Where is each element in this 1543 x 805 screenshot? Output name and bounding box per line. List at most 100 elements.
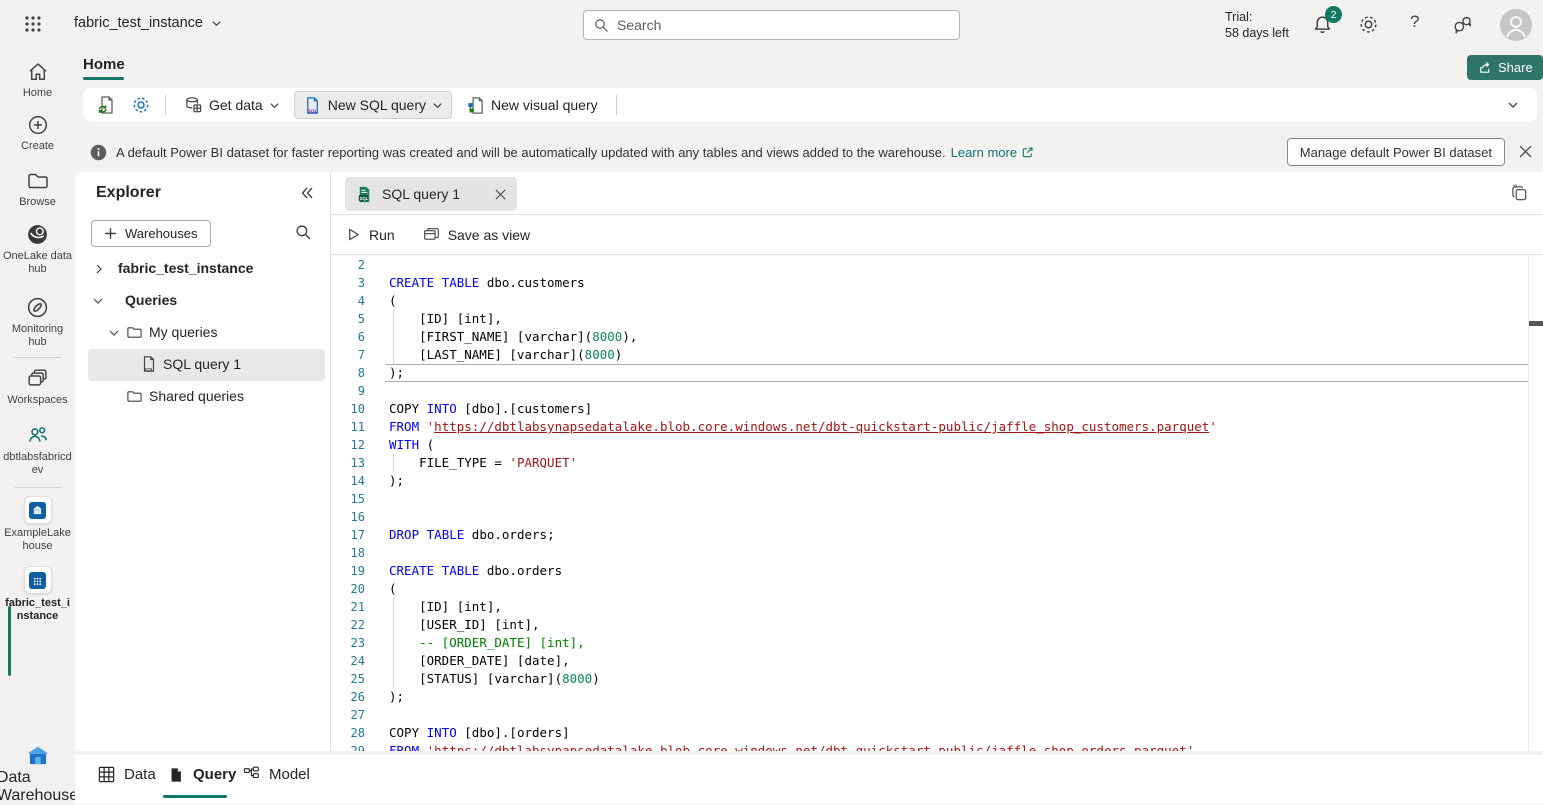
svg-text:SQL: SQL — [360, 195, 369, 200]
line-number: 11 — [331, 418, 365, 436]
chevron-right-icon — [93, 263, 105, 275]
code-line-14[interactable]: 14); — [331, 472, 1543, 490]
code-line-25[interactable]: 25 [STATUS] [varchar](8000) — [331, 670, 1543, 688]
chevron-down-icon — [269, 100, 280, 111]
code-line-2[interactable]: 2 — [331, 256, 1543, 274]
code-line-22[interactable]: 22 [USER_ID] [int], — [331, 616, 1543, 634]
nav-item-fabric-test-instance[interactable]: fabric_test_instance — [0, 566, 75, 623]
tree-item-sql-query-1[interactable]: SQL SQL query 1 — [75, 349, 331, 381]
line-content: ( — [389, 292, 397, 310]
query-editor: SQL SQL query 1 Run Save as view 23CREAT… — [331, 172, 1543, 751]
share-button[interactable]: Share — [1467, 55, 1543, 80]
info-icon — [90, 144, 107, 161]
workspace-switcher[interactable]: fabric_test_instance — [74, 15, 222, 31]
code-line-28[interactable]: 28COPY INTO [dbo].[orders] — [331, 724, 1543, 742]
ribbon-collapse-chevron-icon[interactable] — [1499, 91, 1527, 119]
tree-item-queries[interactable]: Queries — [75, 285, 331, 317]
code-line-24[interactable]: 24 [ORDER_DATE] [date], — [331, 652, 1543, 670]
explorer-pane: Explorer Warehouses fabric_test_instance… — [75, 172, 331, 751]
line-number: 14 — [331, 472, 365, 490]
code-line-26[interactable]: 26); — [331, 688, 1543, 706]
add-warehouses-button[interactable]: Warehouses — [91, 220, 211, 247]
code-line-12[interactable]: 12WITH ( — [331, 436, 1543, 454]
code-line-11[interactable]: 11FROM 'https://dbtlabsynapsedatalake.bl… — [331, 418, 1543, 436]
code-line-9[interactable]: 9 — [331, 382, 1543, 400]
code-line-27[interactable]: 27 — [331, 706, 1543, 724]
nav-browse[interactable]: Browse — [0, 169, 75, 209]
tab-sql-query-1[interactable]: SQL SQL query 1 — [345, 177, 517, 211]
banner-close-icon[interactable] — [1518, 144, 1533, 159]
view-tab-model[interactable]: Model — [243, 766, 310, 783]
code-line-19[interactable]: 19CREATE TABLE dbo.orders — [331, 562, 1543, 580]
nav-item-examplelakehouse[interactable]: ExampleLakehouse — [0, 496, 75, 553]
nav-create[interactable]: Create — [0, 113, 75, 153]
code-line-8[interactable]: 8); — [331, 364, 1543, 382]
nav-data-warehouse[interactable]: Data Warehouse — [0, 743, 75, 805]
line-number: 7 — [331, 346, 365, 364]
get-data-button[interactable]: Get data — [176, 91, 288, 119]
code-line-20[interactable]: 20( — [331, 580, 1543, 598]
onelake-icon — [25, 222, 50, 247]
line-content: [ID] [int], — [389, 310, 502, 328]
new-visual-query-button[interactable]: New visual query — [458, 91, 606, 119]
nav-onelake-data-hub[interactable]: OneLake data hub — [0, 222, 75, 276]
save-as-view-button[interactable]: Save as view — [423, 226, 530, 243]
line-content: ); — [389, 364, 404, 382]
search-input[interactable]: Search — [583, 10, 960, 40]
code-line-16[interactable]: 16 — [331, 508, 1543, 526]
code-line-6[interactable]: 6 [FIRST_NAME] [varchar](8000), — [331, 328, 1543, 346]
code-line-3[interactable]: 3CREATE TABLE dbo.customers — [331, 274, 1543, 292]
line-number: 8 — [331, 364, 365, 382]
view-tab-query[interactable]: Query — [168, 766, 236, 783]
nav-monitoring-hub[interactable]: Monitoring hub — [0, 295, 75, 349]
code-line-10[interactable]: 10COPY INTO [dbo].[customers] — [331, 400, 1543, 418]
home-icon — [26, 60, 50, 84]
plus-circle-icon — [26, 113, 50, 137]
line-number: 27 — [331, 706, 365, 724]
chevron-down-icon — [108, 327, 120, 339]
run-button[interactable]: Run — [346, 227, 395, 243]
tree-item-shared-queries[interactable]: Shared queries — [75, 381, 331, 413]
settings-gear-icon[interactable] — [1358, 14, 1380, 36]
tab-close-icon[interactable] — [494, 188, 507, 201]
nav-home[interactable]: Home — [0, 60, 75, 100]
feedback-icon[interactable] — [1452, 14, 1474, 36]
refresh-script-icon[interactable] — [93, 91, 121, 119]
collapse-pane-icon[interactable] — [300, 186, 314, 200]
query-settings-gear-icon[interactable] — [127, 91, 155, 119]
app-launcher-icon[interactable] — [24, 15, 42, 33]
nav-workspaces[interactable]: Workspaces — [0, 366, 75, 407]
nav-workspace-dbtlabsfabricdev[interactable]: dbtlabsfabricdev — [0, 423, 75, 477]
banner-message: A default Power BI dataset for faster re… — [116, 145, 946, 160]
code-line-21[interactable]: 21 [ID] [int], — [331, 598, 1543, 616]
learn-more-link[interactable]: Learn more — [951, 145, 1034, 160]
code-line-29[interactable]: 29 FROM 'https://dbtlabsynapsedatalake.bl… — [331, 742, 1543, 751]
code-line-18[interactable]: 18 — [331, 544, 1543, 562]
code-line-17[interactable]: 17DROP TABLE dbo.orders; — [331, 526, 1543, 544]
line-content: [USER_ID] [int], — [389, 616, 540, 634]
code-line-5[interactable]: 5 [ID] [int], — [331, 310, 1543, 328]
explorer-search-icon[interactable] — [295, 224, 312, 241]
tree-item-my-queries[interactable]: My queries — [75, 317, 331, 349]
line-number: 29 — [331, 742, 365, 751]
rail-divider — [14, 487, 61, 488]
copy-icon[interactable] — [1510, 184, 1529, 203]
view-tab-data[interactable]: Data — [98, 766, 156, 783]
code-line-4[interactable]: 4( — [331, 292, 1543, 310]
tab-home[interactable]: Home — [83, 56, 125, 73]
code-line-13[interactable]: 13 FILE_TYPE = 'PARQUET' — [331, 454, 1543, 472]
user-avatar[interactable] — [1500, 9, 1532, 41]
line-content: FROM 'https://dbtlabsynapsedatalake.blob… — [389, 742, 1194, 751]
line-content: DROP TABLE dbo.orders; — [389, 526, 555, 544]
tree-item-warehouse[interactable]: fabric_test_instance — [75, 253, 331, 285]
line-number: 28 — [331, 724, 365, 742]
active-view-tab-underline — [163, 795, 227, 798]
manage-default-dataset-button[interactable]: Manage default Power BI dataset — [1287, 138, 1505, 166]
code-line-15[interactable]: 15 — [331, 490, 1543, 508]
new-sql-query-button[interactable]: SQL New SQL query — [294, 91, 452, 119]
code-line-7[interactable]: 7 [LAST_NAME] [varchar](8000) — [331, 346, 1543, 364]
editor-tab-strip: SQL SQL query 1 — [331, 172, 1543, 215]
code-line-23[interactable]: 23 -- [ORDER_DATE] [int], — [331, 634, 1543, 652]
help-icon[interactable]: ? — [1410, 12, 1432, 34]
sql-code-editor[interactable]: 23CREATE TABLE dbo.customers4(5 [ID] [in… — [331, 255, 1543, 751]
